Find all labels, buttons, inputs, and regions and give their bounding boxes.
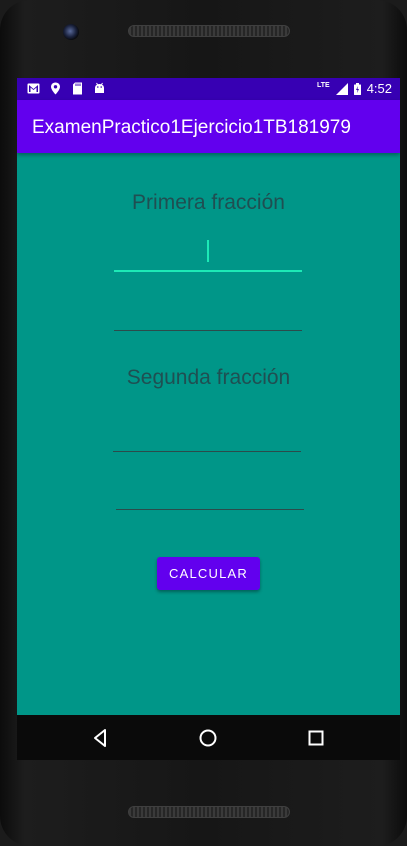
gmail-icon (27, 82, 40, 95)
phone-frame: LTE 4:52 ExamenPractico1Ejercicio1TB1819… (0, 0, 407, 846)
status-bar: LTE 4:52 (17, 78, 400, 100)
signal-icon (335, 82, 348, 95)
second-denominator-input[interactable] (116, 478, 304, 510)
android-icon (93, 82, 106, 95)
clock: 4:52 (366, 81, 392, 96)
calculate-button[interactable]: CALCULAR (157, 557, 260, 590)
navigation-bar (17, 715, 400, 760)
bottom-speaker (128, 806, 290, 818)
back-icon (94, 729, 106, 747)
screen: LTE 4:52 ExamenPractico1Ejercicio1TB1819… (17, 78, 400, 715)
first-fraction-label: Primera fracción (132, 191, 285, 214)
field-underline (113, 451, 301, 452)
home-icon (199, 729, 217, 747)
text-cursor (207, 240, 209, 262)
first-denominator-field[interactable] (114, 299, 302, 331)
location-icon (49, 82, 62, 95)
network-type: LTE (316, 82, 330, 89)
battery-icon (353, 82, 361, 95)
home-button[interactable] (197, 727, 219, 749)
earpiece-speaker (128, 25, 290, 37)
field-underline (114, 270, 302, 272)
first-denominator-input[interactable] (114, 299, 302, 331)
field-underline (114, 330, 302, 331)
sd-card-icon (71, 82, 84, 95)
second-denominator-field[interactable] (116, 478, 304, 510)
recents-button[interactable] (305, 727, 327, 749)
back-button[interactable] (90, 727, 112, 749)
app-title: ExamenPractico1Ejercicio1TB181979 (32, 117, 351, 138)
second-numerator-input[interactable] (113, 420, 301, 452)
first-numerator-field[interactable] (114, 240, 302, 272)
second-numerator-field[interactable] (113, 420, 301, 452)
app-bar: ExamenPractico1Ejercicio1TB181979 (17, 100, 400, 153)
field-underline (116, 509, 304, 510)
front-camera (63, 24, 79, 40)
recents-icon (308, 730, 324, 746)
second-fraction-label: Segunda fracción (126, 366, 291, 389)
